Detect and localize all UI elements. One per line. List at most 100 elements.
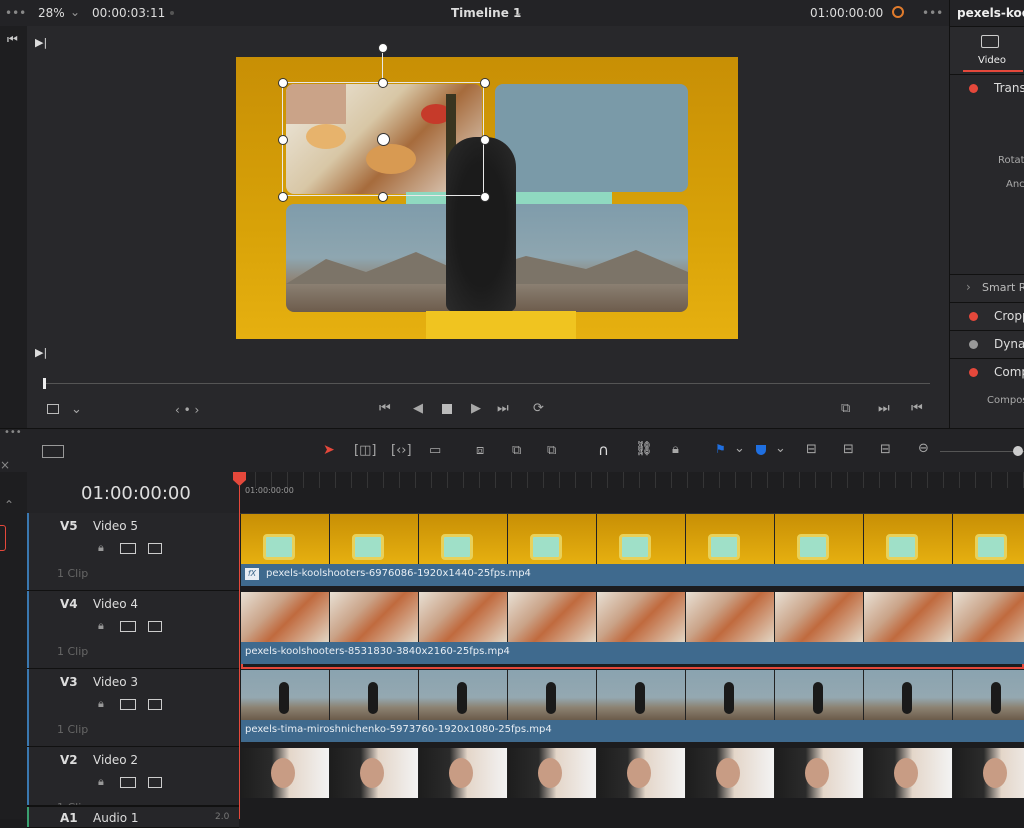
rotation-handle[interactable] (378, 43, 388, 53)
first-frame-icon[interactable]: ⏮ (379, 401, 391, 416)
loop-icon[interactable]: ⟳ (533, 401, 544, 416)
resize-handle-top-right[interactable] (480, 78, 490, 88)
zoom-slider-track[interactable] (940, 451, 1024, 452)
anchor-point-handle[interactable] (377, 133, 390, 146)
selected-bin-indicator[interactable] (0, 525, 6, 551)
zoom-detail-icon[interactable]: ⊟ (843, 442, 854, 457)
lock-icon[interactable]: 🔒︎ (98, 619, 104, 633)
chevron-right-icon[interactable]: › (966, 280, 971, 294)
zoom-level[interactable]: 28% (38, 6, 65, 20)
toolbar-options-icon[interactable]: ••• (4, 427, 22, 438)
auto-select-icon[interactable] (120, 543, 136, 554)
color-picker-icon[interactable] (892, 6, 904, 18)
play-icon[interactable]: ▶ (471, 401, 481, 416)
tab-video[interactable]: Video (978, 55, 1006, 66)
dynamic-zoom-toggle-icon[interactable] (969, 340, 978, 349)
go-to-first-frame-icon[interactable]: ⏮ (7, 32, 18, 47)
track-header-v5[interactable]: V5 Video 5 🔒︎ 1 Clip (27, 513, 239, 591)
timeline-playhead-line[interactable] (239, 486, 240, 819)
dynamic-zoom-section[interactable]: Dynar (950, 330, 1024, 359)
previous-edit-icon[interactable]: ⏮ (911, 401, 923, 416)
blade-edit-icon[interactable]: ▭ (429, 443, 441, 458)
track-header-v3[interactable]: V3 Video 3 🔒︎ 1 Clip (27, 669, 239, 747)
lock-icon[interactable]: 🔒︎ (98, 541, 104, 555)
composite-toggle-icon[interactable] (969, 368, 978, 377)
clip-v2[interactable] (241, 748, 1024, 804)
out-point-icon[interactable]: ▶︎| (35, 346, 47, 359)
replace-clip-icon[interactable]: ⧉ (547, 443, 556, 458)
overlay-dropdown-icon[interactable]: ⌄ (71, 402, 82, 417)
timeline-playhead-icon[interactable] (233, 472, 246, 486)
track-name[interactable]: Audio 1 (93, 811, 139, 825)
trim-edit-icon[interactable]: [◫] (354, 443, 376, 458)
marker-icon[interactable] (756, 445, 766, 455)
track-name[interactable]: Video 5 (93, 519, 138, 533)
resize-handle-top[interactable] (378, 78, 388, 88)
track-visibility-icon[interactable] (148, 621, 162, 632)
zoom-dropdown-icon[interactable]: ⌄ (70, 5, 80, 19)
clip-v4-selected[interactable]: pexels-koolshooters-8531830-3840x2160-25… (241, 592, 1024, 669)
dynamic-zoom-label[interactable]: Dynar (994, 337, 1024, 351)
cropping-toggle-icon[interactable] (969, 312, 978, 321)
auto-select-icon[interactable] (120, 777, 136, 788)
last-frame-icon[interactable]: ⏭ (497, 401, 509, 416)
transform-label[interactable]: Trans (994, 81, 1024, 95)
cropping-section[interactable]: Cropp (950, 302, 1024, 331)
resize-handle-left[interactable] (278, 135, 288, 145)
stop-icon[interactable] (442, 404, 452, 414)
resize-handle-bottom-left[interactable] (278, 192, 288, 202)
next-edit-icon[interactable]: ⏭ (878, 401, 890, 416)
dynamic-trim-icon[interactable]: [‹›] (391, 443, 412, 458)
play-reverse-icon[interactable]: ◀ (413, 401, 423, 416)
track-name[interactable]: Video 2 (93, 753, 138, 767)
viewer-options-icon[interactable]: ••• (922, 6, 943, 20)
auto-select-icon[interactable] (120, 699, 136, 710)
linked-selection-icon[interactable]: ⛓ (635, 441, 653, 457)
scrubber-playhead[interactable] (43, 378, 46, 389)
close-panel-icon[interactable]: × (0, 458, 10, 472)
timeline-view-options-icon[interactable] (42, 445, 64, 458)
clip-v5[interactable]: fX pexels-koolshooters-6976086-1920x1440… (241, 514, 1024, 591)
scrubber-track[interactable] (44, 383, 930, 384)
zoom-custom-icon[interactable]: ⊟ (880, 442, 891, 457)
track-visibility-icon[interactable] (148, 777, 162, 788)
options-menu-icon[interactable]: ••• (5, 6, 26, 20)
video-tab-icon[interactable] (981, 35, 999, 48)
insert-clip-icon[interactable]: ⧈ (476, 443, 484, 458)
lock-icon[interactable]: 🔒︎ (98, 697, 104, 711)
timeline-dropdown-icon[interactable]: ⌄ (513, 5, 523, 19)
zoom-full-icon[interactable]: ⊟ (806, 442, 817, 457)
track-visibility-icon[interactable] (148, 543, 162, 554)
track-header-a1[interactable]: A1 Audio 1 2.0 (27, 805, 239, 828)
resize-handle-top-left[interactable] (278, 78, 288, 88)
composite-section[interactable]: Comp Compos (950, 358, 1024, 428)
position-lock-icon[interactable]: 🔒︎ (672, 442, 679, 457)
selection-tool-icon[interactable]: ➤ (323, 442, 335, 458)
smart-reframe-section[interactable]: › Smart R (950, 274, 1024, 303)
collapse-icon[interactable]: ⌃ (4, 498, 14, 512)
auto-select-icon[interactable] (120, 621, 136, 632)
clip-v3[interactable]: pexels-tima-miroshnichenko-5973760-1920x… (241, 670, 1024, 747)
lock-icon[interactable]: 🔒︎ (98, 775, 104, 789)
timeline-ruler[interactable]: 01:00:00:00 (239, 472, 1024, 514)
track-name[interactable]: Video 4 (93, 597, 138, 611)
in-point-icon[interactable]: ▶︎| (35, 36, 47, 49)
zoom-out-icon[interactable]: ⊖ (918, 441, 929, 456)
overwrite-clip-icon[interactable]: ⧉ (512, 443, 521, 458)
timeline-name[interactable]: Timeline 1 (451, 6, 521, 20)
flag-icon[interactable]: ⚑ (715, 442, 726, 456)
smart-reframe-label[interactable]: Smart R (982, 281, 1024, 294)
resize-handle-right[interactable] (480, 135, 490, 145)
transform-toggle-icon[interactable] (969, 84, 978, 93)
jog-control-icon[interactable]: ‹ • › (175, 403, 199, 417)
match-frame-icon[interactable]: ⧉ (841, 401, 850, 416)
track-name[interactable]: Video 3 (93, 675, 138, 689)
transform-overlay-icon[interactable] (47, 404, 59, 414)
track-header-v4[interactable]: V4 Video 4 🔒︎ 1 Clip (27, 591, 239, 669)
composite-label[interactable]: Comp (994, 365, 1024, 379)
track-visibility-icon[interactable] (148, 699, 162, 710)
resize-handle-bottom-right[interactable] (480, 192, 490, 202)
snapping-icon[interactable]: ∩ (598, 441, 609, 459)
timeline-timecode[interactable]: 01:00:00:00 (81, 483, 191, 504)
flag-dropdown-icon[interactable]: ⌄ (734, 441, 745, 456)
